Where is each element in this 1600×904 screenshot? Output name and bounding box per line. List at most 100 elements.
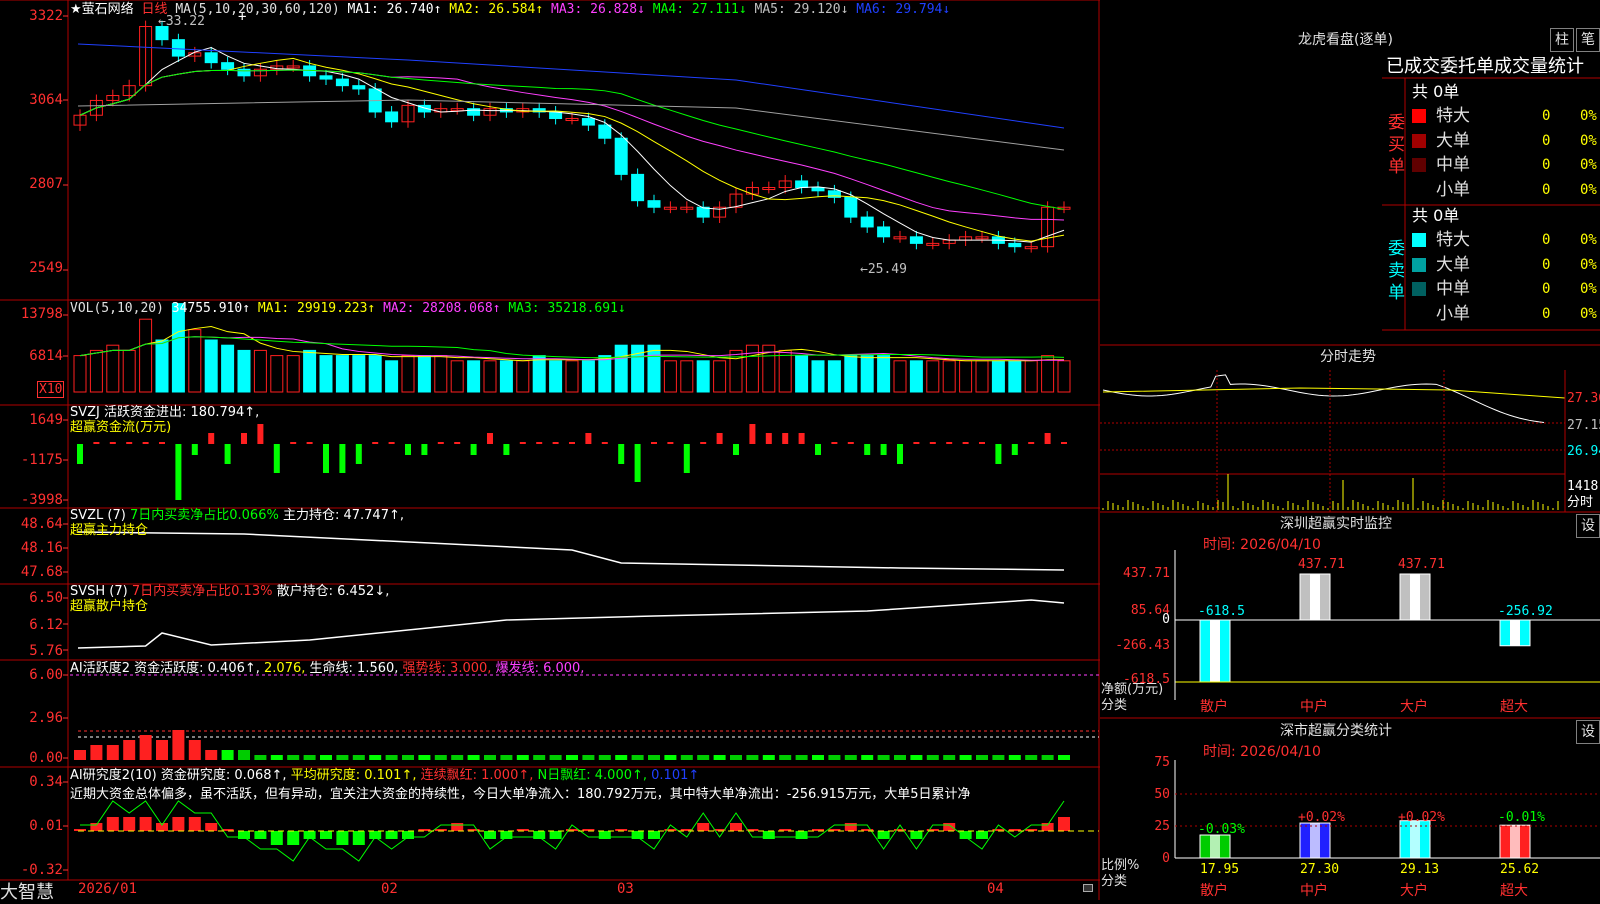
ai2-label: AI研究度2(10) 资金研究度: 0.068↑, bbox=[70, 768, 287, 783]
vol-bar-22 bbox=[434, 355, 448, 393]
ai1-bar-36 bbox=[664, 755, 677, 760]
candle-body-47 bbox=[844, 196, 858, 218]
ai1-yaxis-3: 0.00 bbox=[29, 750, 63, 766]
candle-body-31 bbox=[581, 118, 595, 126]
candle-body-17 bbox=[352, 85, 366, 90]
ai2-bar-49 bbox=[877, 831, 890, 839]
lock-icon[interactable] bbox=[1083, 884, 1093, 892]
intraday-price-line bbox=[1102, 374, 1545, 423]
ai1-strong: 强势线: 3.000, bbox=[402, 661, 492, 676]
stat-tabs[interactable]: 已成交委托单成交量统计 bbox=[1386, 56, 1584, 78]
ai2-header: AI研究度2(10) 资金研究度: 0.068↑, 平均研究度: 0.101↑,… bbox=[70, 768, 699, 783]
vol-bar-8 bbox=[204, 339, 218, 393]
vol-header: VOL(5,10,20) 34755.910↑ MA1: 29919.223↑ … bbox=[70, 301, 626, 316]
svzj-bar-45 bbox=[815, 444, 821, 455]
ai1-bar-31 bbox=[582, 755, 595, 760]
ai2-bar-6 bbox=[172, 817, 185, 831]
ai1-bar-41 bbox=[746, 755, 759, 760]
crosshair-icon[interactable]: + bbox=[238, 10, 246, 25]
stock-name[interactable]: ★萤石网络 bbox=[70, 2, 134, 17]
svzj-bar-5 bbox=[159, 442, 165, 444]
tick-mode-button[interactable]: 笔 bbox=[1576, 28, 1600, 52]
xaxis-jan: 2026/01 bbox=[78, 881, 138, 897]
candle-body-57 bbox=[1008, 242, 1022, 248]
bar-mode-button[interactable]: 柱 bbox=[1550, 28, 1574, 52]
vol-bar-37 bbox=[680, 360, 694, 393]
buy-swatch-1 bbox=[1412, 133, 1426, 148]
buy-name-2: 中单 bbox=[1436, 155, 1470, 175]
candle-body-45 bbox=[811, 187, 825, 192]
vol-bar-20 bbox=[401, 355, 415, 393]
ai1-bar-59 bbox=[1041, 755, 1054, 760]
vol-bar-9 bbox=[221, 344, 235, 393]
ma1-line bbox=[79, 47, 1065, 243]
vol-bar-13 bbox=[286, 355, 300, 393]
svzl-hold: 主力持仓: 47.747↑, bbox=[282, 508, 404, 523]
svzj-bar-13 bbox=[290, 442, 297, 444]
vol-bar-29 bbox=[549, 360, 563, 393]
ai2-yaxis-1: 0.34 bbox=[29, 774, 63, 790]
ai2-bar-25 bbox=[484, 831, 496, 839]
cls-settings-button[interactable]: 设 bbox=[1576, 720, 1600, 744]
ai1-bar-23 bbox=[451, 755, 464, 760]
ai2-bar-60 bbox=[1058, 817, 1070, 831]
ai2-bar-40 bbox=[730, 823, 742, 831]
ai1-bar-54 bbox=[959, 755, 972, 760]
sell-swatch-0 bbox=[1412, 233, 1426, 247]
svsh-hold: 散户持仓: 6.452↓, bbox=[276, 584, 390, 599]
candle-body-6 bbox=[171, 39, 185, 57]
vol-bar-10 bbox=[237, 349, 251, 393]
ai2-bar-55 bbox=[976, 831, 988, 839]
ai1-bar-29 bbox=[549, 755, 562, 760]
candle-body-32 bbox=[598, 124, 612, 139]
intraday-y-3: 26.94 bbox=[1567, 444, 1600, 459]
vol-bar-56 bbox=[991, 360, 1005, 393]
sz-cat-0: 散户 bbox=[1200, 699, 1228, 715]
candle-body-19 bbox=[385, 111, 399, 123]
sell-pct-0: 0% bbox=[1580, 232, 1597, 248]
svzj-bar-52 bbox=[929, 442, 936, 444]
svzj-bar-6 bbox=[175, 444, 182, 500]
vol-bar-39 bbox=[713, 360, 727, 393]
ai1-bar-55 bbox=[976, 755, 988, 760]
sz-monitor-title: 深圳超赢实时监控 bbox=[1280, 516, 1392, 532]
vol-bar-21 bbox=[417, 355, 431, 393]
svzj-bar-23 bbox=[454, 442, 461, 444]
ai2-bar-28 bbox=[533, 831, 546, 839]
svzj-bar-18 bbox=[372, 442, 379, 444]
ai2-bar-51 bbox=[910, 831, 923, 839]
ai1-bar-24 bbox=[467, 755, 480, 760]
vol-bar-6 bbox=[171, 303, 185, 393]
svzj-bar-48 bbox=[864, 444, 871, 455]
vol-bar-49 bbox=[877, 355, 891, 393]
ai1-bar-13 bbox=[287, 755, 300, 760]
svzj-bar-21 bbox=[421, 444, 428, 455]
sz-bar-hl-2 bbox=[1410, 574, 1420, 620]
svzj-yaxis-2: -1175 bbox=[20, 452, 63, 468]
vol-unit-badge[interactable]: X10 bbox=[37, 381, 65, 398]
candle-body-48 bbox=[860, 216, 874, 228]
ma3-value: MA3: 26.828↓ bbox=[551, 2, 645, 17]
sell-name-2: 中单 bbox=[1436, 279, 1470, 299]
svzj-bar-29 bbox=[552, 442, 559, 444]
vol-ma3: MA3: 35218.691↓ bbox=[508, 301, 626, 316]
sz-bar-hl-0 bbox=[1210, 620, 1220, 682]
ai1-bar-33 bbox=[615, 755, 628, 760]
candle-body-49 bbox=[877, 226, 891, 238]
buy-count-0: 0 bbox=[1542, 108, 1551, 124]
ai2-bar-11 bbox=[254, 831, 267, 839]
svzj-bar-31 bbox=[585, 433, 592, 444]
brand-logo[interactable]: 大智慧 bbox=[0, 878, 54, 904]
ai1-bar-35 bbox=[648, 755, 660, 760]
ai2-bar-29 bbox=[549, 831, 562, 839]
candle-body-10 bbox=[237, 68, 251, 77]
chart-canvas[interactable] bbox=[0, 0, 1600, 900]
vol-value: 34755.910↑ bbox=[171, 301, 251, 316]
ai1-bar-25 bbox=[484, 755, 496, 760]
ai1-bar-14 bbox=[303, 755, 316, 760]
ai2-bar-32 bbox=[598, 831, 611, 839]
sz-settings-button[interactable]: 设 bbox=[1576, 514, 1600, 538]
vol-bar-24 bbox=[467, 360, 481, 393]
cls-val-1: 27.30 bbox=[1300, 862, 1340, 877]
ai1-bar-28 bbox=[533, 755, 546, 760]
